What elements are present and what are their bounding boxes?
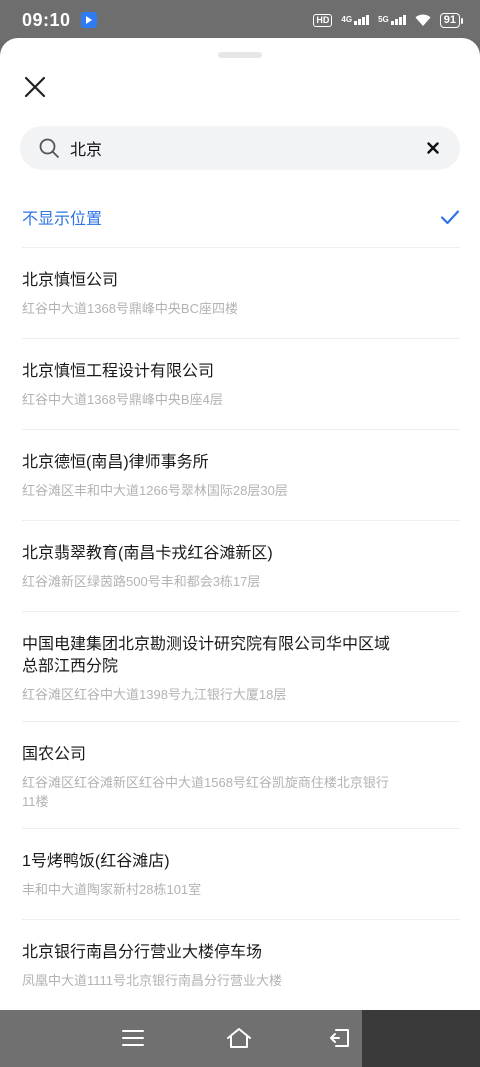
- place-address: 红谷滩区红谷滩新区红谷中大道1568号红谷凯旋商住楼北京银行11楼: [22, 775, 389, 809]
- no-location-option[interactable]: 不显示位置: [22, 186, 460, 248]
- home-button[interactable]: [219, 1018, 259, 1058]
- no-location-label: 不显示位置: [22, 210, 103, 228]
- place-name: 北京翡翠教育(南昌卡戎红谷滩新区): [22, 545, 273, 562]
- checkmark-icon: [440, 209, 460, 224]
- close-button[interactable]: [20, 72, 50, 102]
- place-address: 凤凰中大道1111号北京银行南昌分行营业大楼: [22, 973, 283, 988]
- clear-search-button[interactable]: [424, 139, 442, 157]
- hd-icon: HD: [313, 13, 333, 27]
- place-address: 红谷滩区红谷中大道1398号九江银行大厦18层: [22, 687, 287, 702]
- place-address: 红谷滩新区绿茵路500号丰和都会3栋17层: [22, 574, 261, 589]
- sheet-grabber[interactable]: [218, 52, 262, 58]
- navigation-bar: [0, 1010, 480, 1067]
- list-item[interactable]: 1号烤鸭饭(红谷滩店) 丰和中大道陶家新村28栋101室: [22, 829, 460, 920]
- place-address: 红谷中大道1368号鼎峰中央BC座四楼: [22, 301, 238, 316]
- search-bar: [20, 126, 460, 170]
- place-address: 红谷滩区丰和中大道1266号翠林国际28层30层: [22, 483, 288, 498]
- place-name: 北京慎恒工程设计有限公司: [22, 363, 215, 380]
- place-name: 中国电建集团北京勘测设计研究院有限公司华中区域总部江西分院: [22, 636, 391, 675]
- close-icon: [24, 76, 46, 98]
- place-name: 北京德恒(南昌)律师事务所: [22, 454, 209, 471]
- wifi-icon: [415, 14, 431, 26]
- location-list: 不显示位置 北京慎恒公司 红谷中大道1368号鼎峰中央BC座四楼 北京慎恒工程设…: [0, 186, 480, 1010]
- signal-4g-icon: 4G: [341, 15, 370, 25]
- list-item[interactable]: 中国电建集团北京勘测设计研究院有限公司华中区域总部江西分院 红谷滩区红谷中大道1…: [22, 612, 460, 722]
- place-name: 国农公司: [22, 746, 87, 763]
- place-address: 丰和中大道陶家新村28栋101室: [22, 882, 202, 897]
- list-item[interactable]: 北京银行南昌分行营业大楼停车场 凤凰中大道1111号北京银行南昌分行营业大楼: [22, 920, 460, 1010]
- menu-icon: [122, 1030, 144, 1046]
- place-address: 红谷中大道1368号鼎峰中央B座4层: [22, 392, 223, 407]
- place-name: 1号烤鸭饭(红谷滩店): [22, 853, 170, 870]
- search-icon: [38, 137, 60, 159]
- signal-5g-icon: 5G: [378, 15, 406, 25]
- nav-overlay: [362, 1010, 480, 1067]
- signal-4g-label: 4G: [341, 15, 353, 24]
- list-item[interactable]: 北京翡翠教育(南昌卡戎红谷滩新区) 红谷滩新区绿茵路500号丰和都会3栋17层: [22, 521, 460, 612]
- back-button[interactable]: [328, 1018, 360, 1058]
- status-bar: 09:10 HD 4G 5G 91: [0, 0, 480, 40]
- list-item[interactable]: 国农公司 红谷滩区红谷滩新区红谷中大道1568号红谷凯旋商住楼北京银行11楼: [22, 722, 460, 829]
- list-item[interactable]: 北京德恒(南昌)律师事务所 红谷滩区丰和中大道1266号翠林国际28层30层: [22, 430, 460, 521]
- status-left: 09:10: [22, 10, 97, 31]
- list-item[interactable]: 北京慎恒工程设计有限公司 红谷中大道1368号鼎峰中央B座4层: [22, 339, 460, 430]
- back-icon: [330, 1029, 349, 1047]
- status-right: HD 4G 5G 91: [313, 12, 464, 28]
- home-icon: [227, 1028, 251, 1048]
- list-item[interactable]: 北京慎恒公司 红谷中大道1368号鼎峰中央BC座四楼: [22, 248, 460, 339]
- nav-buttons: [0, 1010, 360, 1067]
- battery-icon: 91: [439, 12, 464, 28]
- clear-icon: [427, 142, 439, 154]
- place-name: 北京银行南昌分行营业大楼停车场: [22, 944, 263, 961]
- place-name: 北京慎恒公司: [22, 272, 119, 289]
- search-input[interactable]: [70, 139, 424, 157]
- signal-5g-label: 5G: [378, 15, 389, 24]
- menu-button[interactable]: [113, 1018, 153, 1058]
- status-time: 09:10: [22, 9, 71, 30]
- location-sheet: 不显示位置 北京慎恒公司 红谷中大道1368号鼎峰中央BC座四楼 北京慎恒工程设…: [0, 38, 480, 1010]
- app-notification-icon: [80, 12, 97, 28]
